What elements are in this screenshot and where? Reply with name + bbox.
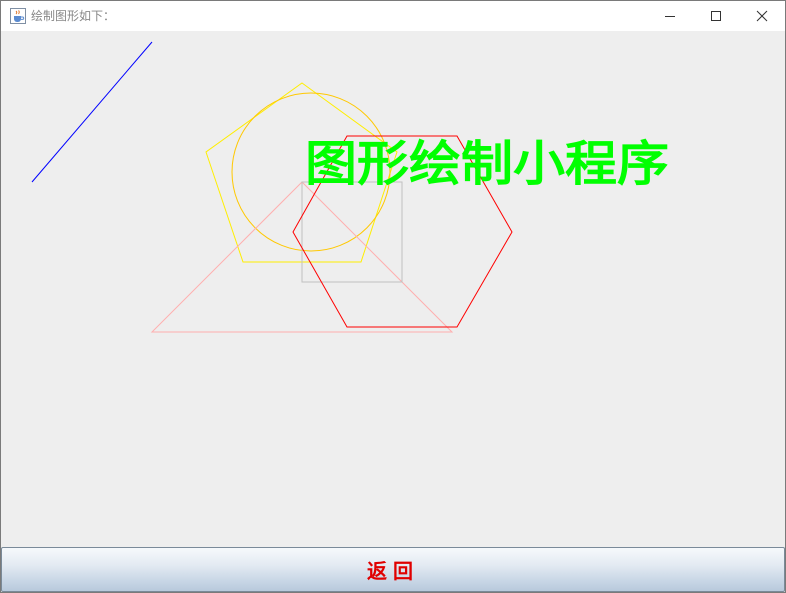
window-title: 绘制图形如下： [31,9,116,23]
minimize-icon [665,16,675,17]
close-button[interactable] [739,1,785,31]
java-cup-icon [10,8,26,24]
minimize-button[interactable] [647,1,693,31]
maximize-icon [711,11,721,21]
canvas-heading-text: 图形绘制小程序 [305,136,669,192]
blue-line-shape [31,41,153,183]
close-icon [756,10,768,22]
drawing-canvas: 图形绘制小程序 [31,41,669,333]
title-bar: 绘制图形如下： [1,1,785,31]
return-button[interactable]: 返回 [1,547,785,592]
maximize-button[interactable] [693,1,739,31]
return-button-label: 返回 [367,559,419,583]
app-window: 绘制图形如下： 图形绘制小程序 返回 [0,0,786,593]
